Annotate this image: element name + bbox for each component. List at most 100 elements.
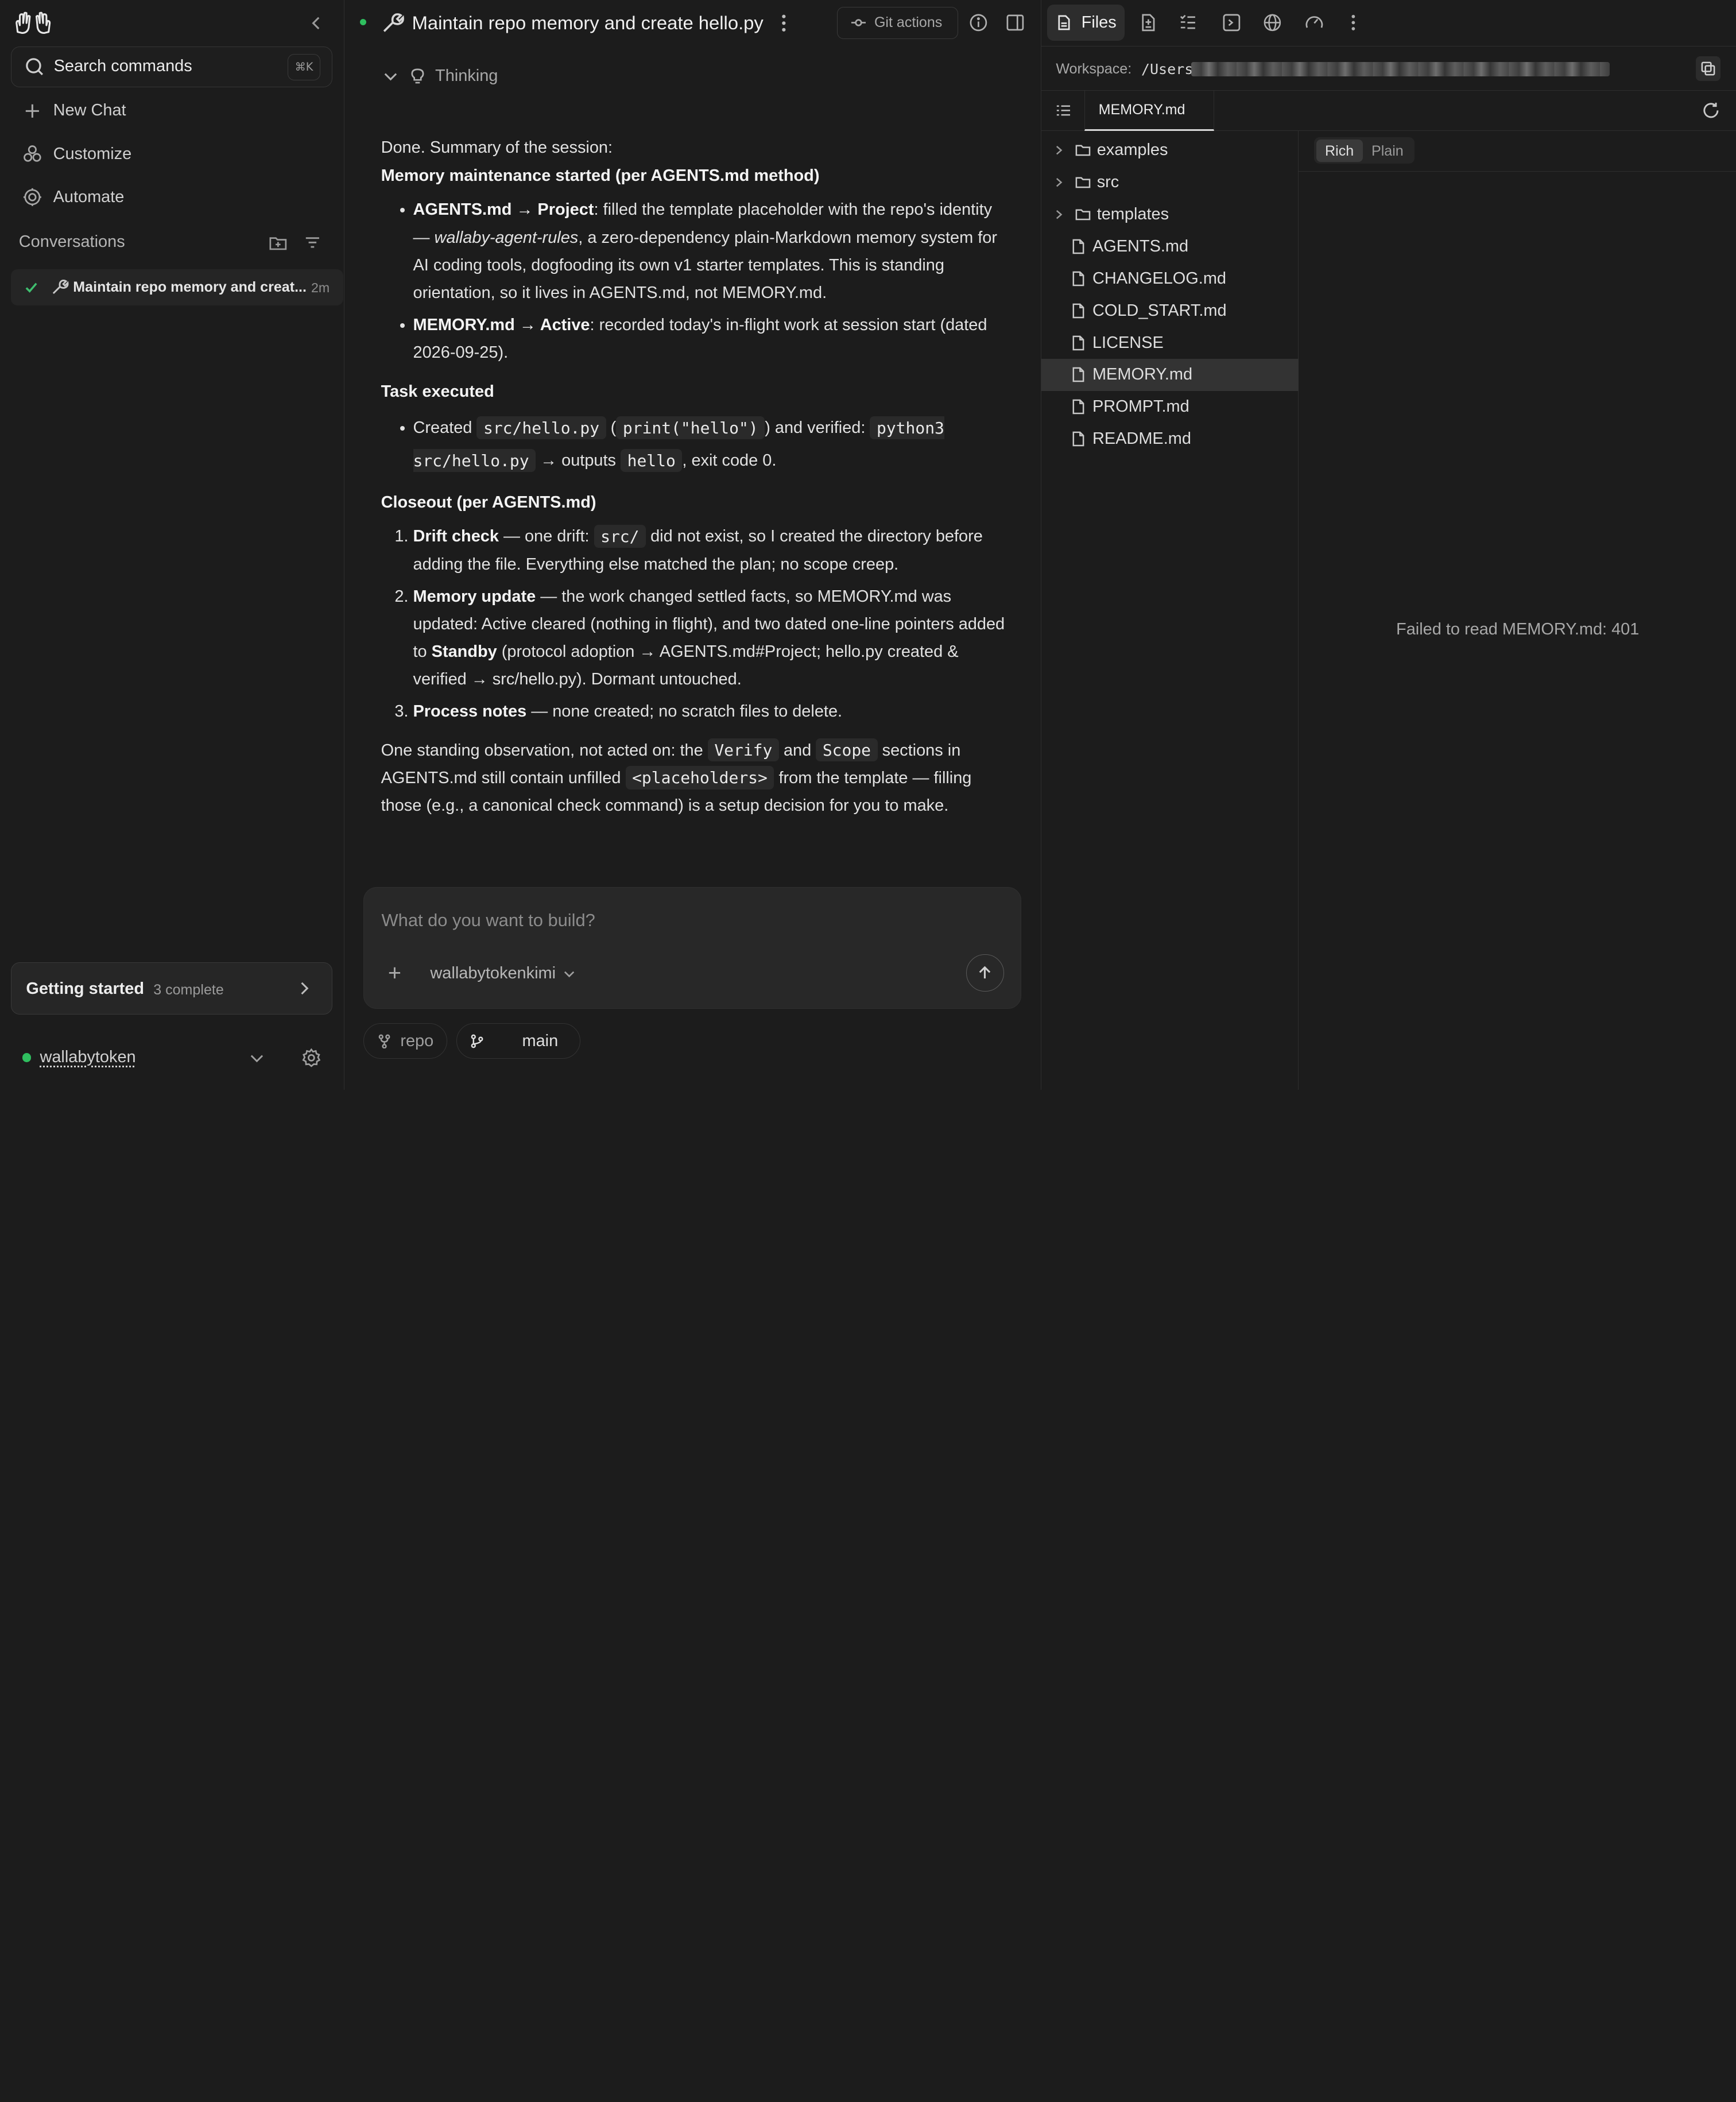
drift-check-label: Drift check [413,527,499,546]
workspace-bar: Workspace: /Users [1041,47,1736,91]
folder-icon [1075,174,1091,191]
username[interactable]: wallabytoken [40,1048,135,1067]
conversation-title: Maintain repo memory and creat... [73,279,307,296]
tree-item-name: README.md [1092,429,1191,448]
customize-icon [22,144,42,164]
user-account-row[interactable]: wallabytoken [0,1041,344,1074]
automate-button[interactable]: Automate [22,185,125,209]
thinking-toggle[interactable]: Thinking [382,67,498,86]
chevron-right-icon [1053,177,1064,188]
inline-code: hello [621,448,683,473]
app-logo-icon[interactable] [13,10,53,36]
model-selector[interactable]: wallabytokenkimi [430,964,575,983]
new-chat-label: New Chat [53,101,126,120]
file-tree: examples src templates AGENTS.md CHANGEL… [1041,130,1299,1090]
memory-list: AGENTS.md → Project: filled the template… [413,196,1007,366]
more-icon[interactable] [1344,13,1363,32]
gauge-icon[interactable] [1305,13,1324,32]
plus-icon [22,101,42,121]
automate-label: Automate [53,187,125,206]
chevron-down-icon[interactable] [248,1049,266,1067]
attach-plus-icon[interactable] [386,964,404,982]
file-tree-toggle-icon[interactable] [1055,102,1072,119]
filter-icon[interactable] [303,233,323,253]
files-tab-label: Files [1081,13,1117,32]
shortcut-badge: ⌘K [287,53,321,80]
file-icon [1056,14,1072,31]
gear-icon[interactable] [301,1048,321,1068]
copy-icon[interactable] [1696,56,1720,81]
tree-file-agents-md[interactable]: AGENTS.md [1041,230,1299,262]
list-text: , exit code 0. [682,451,777,470]
send-button[interactable] [966,954,1004,992]
file-icon [1070,366,1087,383]
inline-code: src/hello.py [476,416,606,440]
files-panel: Files Workspace: /Users MEMORY.md exampl… [1041,0,1736,1090]
branch-chip[interactable]: main [456,1023,580,1059]
tree-file-cold-start-md[interactable]: COLD_START.md [1041,295,1299,327]
customize-button[interactable]: Customize [22,142,132,166]
memory-active-label: MEMORY.md → Active [413,315,590,334]
tree-folder-src[interactable]: src [1041,166,1299,198]
wrench-icon [51,278,69,296]
tab-memory-md[interactable]: MEMORY.md [1084,91,1215,131]
rich-mode-button[interactable]: Rich [1316,140,1363,162]
view-mode-toggle: Rich Plain [1313,137,1415,164]
tree-file-readme-md[interactable]: README.md [1041,423,1299,455]
tree-folder-templates[interactable]: templates [1041,198,1299,230]
getting-started-card[interactable]: Getting started 3 complete [11,962,332,1015]
terminal-icon[interactable] [1222,13,1241,32]
error-message: Failed to read MEMORY.md: 401 [1396,620,1640,639]
list-item: Process notes — none created; no scratch… [413,698,1007,725]
tree-item-name: PROMPT.md [1092,397,1189,416]
standby-label: Standby [431,642,497,661]
chevron-right-icon [1053,145,1064,156]
file-icon [1070,238,1087,255]
tree-folder-examples[interactable]: examples [1041,134,1299,166]
git-commit-icon [850,14,867,31]
list-item: Drift check — one drift: src/ did not ex… [413,522,1007,578]
repo-chip[interactable]: repo [363,1023,448,1059]
tree-file-prompt-md[interactable]: PROMPT.md [1041,391,1299,423]
assistant-message: Done. Summary of the session: Memory mai… [381,134,1007,819]
file-icon [1070,303,1087,319]
conversation-item[interactable]: Maintain repo memory and creat... 2m [11,269,343,306]
file-icon [1070,431,1087,447]
inline-code: Scope [816,738,878,762]
globe-icon[interactable] [1263,13,1282,32]
collapse-sidebar-chevron-icon[interactable] [307,13,327,33]
toggle-panel-icon[interactable] [1006,13,1025,32]
tree-item-name: MEMORY.md [1092,365,1193,384]
tree-item-name: examples [1096,140,1168,159]
new-folder-icon[interactable] [268,233,288,253]
search-commands-button[interactable]: Search commands ⌘K [11,47,332,88]
tree-item-name: src [1096,172,1119,191]
composer-placeholder[interactable]: What do you want to build? [382,910,595,931]
list-text: ( [606,419,617,438]
git-actions-button[interactable]: Git actions [837,6,958,39]
checklist-icon[interactable] [1179,13,1198,32]
memory-update-label: Memory update [413,587,536,606]
more-options-icon[interactable] [774,12,794,34]
list-item: Created src/hello.py (print("hello")) an… [413,412,1007,477]
customize-label: Customize [53,144,132,163]
chat-title: Maintain repo memory and create hello.py [412,12,764,34]
task-executed-heading: Task executed [381,382,494,401]
fork-icon [377,1034,392,1048]
memory-maintenance-heading: Memory maintenance started (per AGENTS.m… [381,166,820,185]
process-notes-label: Process notes [413,702,527,721]
info-icon[interactable] [969,13,988,32]
refresh-icon[interactable] [1702,101,1720,120]
new-chat-button[interactable]: New Chat [22,99,126,123]
message-composer[interactable]: What do you want to build? wallabytokenk… [363,887,1021,1009]
chat-header: Maintain repo memory and create hello.py… [344,0,1041,47]
tree-item-name: AGENTS.md [1092,237,1189,256]
checkmark-icon [24,280,38,295]
diff-file-icon[interactable] [1139,13,1158,32]
tab-files[interactable]: Files [1047,4,1125,41]
tree-file-license[interactable]: LICENSE [1041,327,1299,359]
plain-mode-button[interactable]: Plain [1363,140,1413,162]
tree-file-changelog-md[interactable]: CHANGELOG.md [1041,262,1299,295]
tree-file-memory-md[interactable]: MEMORY.md [1041,358,1299,391]
tree-item-name: COLD_START.md [1092,301,1227,320]
